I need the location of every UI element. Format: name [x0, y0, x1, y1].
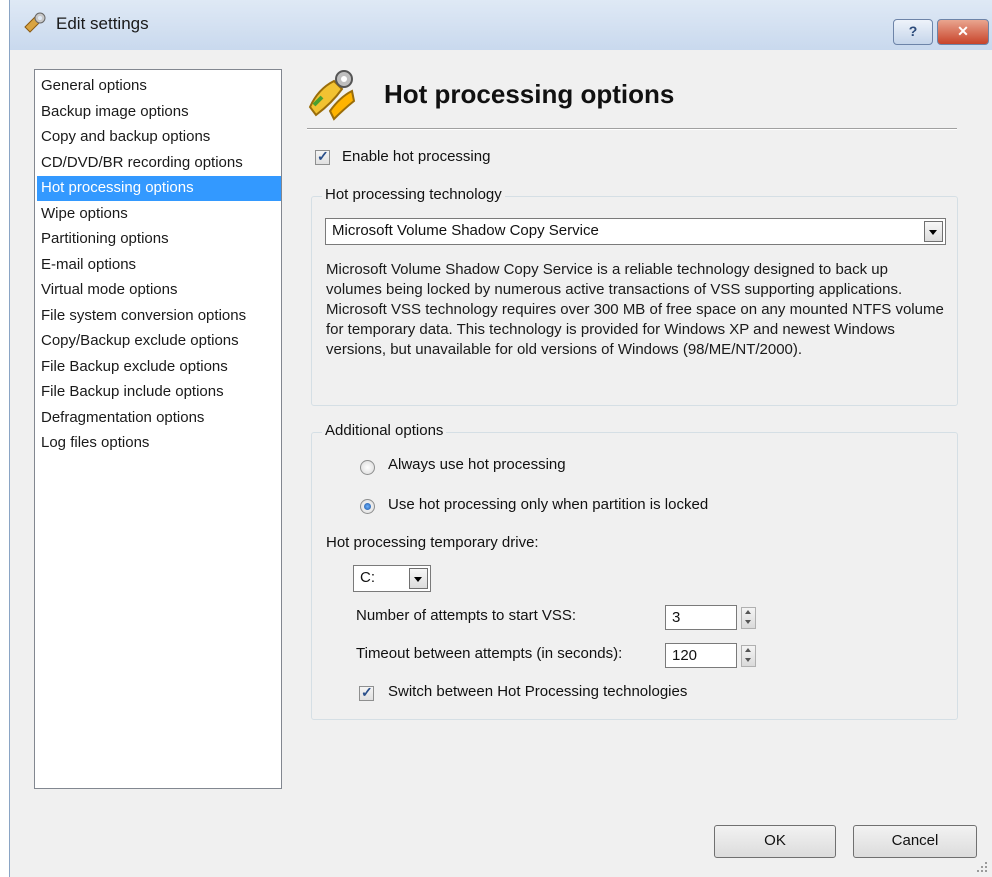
timeout-stepper[interactable]: 120	[665, 643, 757, 668]
attempts-value: 3	[672, 609, 681, 626]
enable-hot-processing-checkbox[interactable]	[315, 148, 330, 165]
list-item-cd-dvd-br[interactable]: CD/DVD/BR recording options	[37, 151, 281, 176]
title-divider	[307, 128, 957, 130]
settings-wrench-icon	[24, 12, 46, 33]
list-item-file-backup-exclude[interactable]: File Backup exclude options	[37, 355, 281, 380]
technology-group-label: Hot processing technology	[322, 186, 505, 203]
always-hot-processing-radio[interactable]	[360, 460, 375, 475]
technology-selected-value: Microsoft Volume Shadow Copy Service	[332, 222, 599, 239]
chevron-down-icon[interactable]	[409, 568, 428, 589]
enable-hot-processing-label: Enable hot processing	[342, 148, 491, 165]
locked-only-label: Use hot processing only when partition i…	[388, 496, 709, 513]
options-list[interactable]: General options Backup image options Cop…	[34, 69, 282, 789]
attempts-label: Number of attempts to start VSS:	[356, 607, 577, 624]
title-bar: Edit settings ? ✕	[9, 0, 992, 50]
list-item-log-files[interactable]: Log files options	[37, 431, 281, 456]
technology-select[interactable]: Microsoft Volume Shadow Copy Service	[325, 218, 946, 245]
ok-button[interactable]: OK	[714, 825, 836, 858]
attempts-input[interactable]: 3	[665, 605, 737, 630]
hot-processing-wrench-icon	[308, 70, 356, 121]
list-item-general[interactable]: General options	[37, 74, 281, 99]
resize-grip-icon[interactable]	[976, 861, 988, 873]
window-title: Edit settings	[56, 14, 149, 33]
list-item-virtual-mode[interactable]: Virtual mode options	[37, 278, 281, 303]
chevron-down-icon[interactable]	[924, 221, 943, 242]
close-button[interactable]: ✕	[937, 19, 989, 45]
list-item-fs-conversion[interactable]: File system conversion options	[37, 304, 281, 329]
timeout-spin-buttons[interactable]	[741, 645, 756, 667]
list-item-wipe[interactable]: Wipe options	[37, 202, 281, 227]
always-hot-processing-label: Always use hot processing	[388, 456, 566, 473]
cancel-button[interactable]: Cancel	[853, 825, 977, 858]
list-item-backup-image[interactable]: Backup image options	[37, 100, 281, 125]
temp-drive-select[interactable]: C:	[353, 565, 431, 592]
list-item-partitioning[interactable]: Partitioning options	[37, 227, 281, 252]
additional-options-label: Additional options	[322, 422, 447, 439]
attempts-spin-buttons[interactable]	[741, 607, 756, 629]
timeout-label: Timeout between attempts (in seconds):	[356, 645, 623, 662]
list-item-file-backup-include[interactable]: File Backup include options	[37, 380, 281, 405]
temp-drive-value: C:	[360, 569, 375, 586]
list-item-copy-backup[interactable]: Copy and backup options	[37, 125, 281, 150]
attempts-stepper[interactable]: 3	[665, 605, 757, 630]
list-item-hot-processing[interactable]: Hot processing options	[37, 176, 281, 201]
list-item-copy-backup-exclude[interactable]: Copy/Backup exclude options	[37, 329, 281, 354]
page-title: Hot processing options	[384, 79, 675, 109]
switch-technologies-checkbox[interactable]	[359, 684, 374, 701]
timeout-input[interactable]: 120	[665, 643, 737, 668]
locked-only-radio[interactable]	[360, 499, 375, 514]
switch-technologies-label: Switch between Hot Processing technologi…	[388, 683, 688, 700]
timeout-value: 120	[672, 647, 698, 664]
list-item-email[interactable]: E-mail options	[37, 253, 281, 278]
list-item-defragmentation[interactable]: Defragmentation options	[37, 406, 281, 431]
temp-drive-label: Hot processing temporary drive:	[326, 534, 539, 551]
help-button[interactable]: ?	[893, 19, 933, 45]
technology-description: Microsoft Volume Shadow Copy Service is …	[326, 261, 944, 358]
